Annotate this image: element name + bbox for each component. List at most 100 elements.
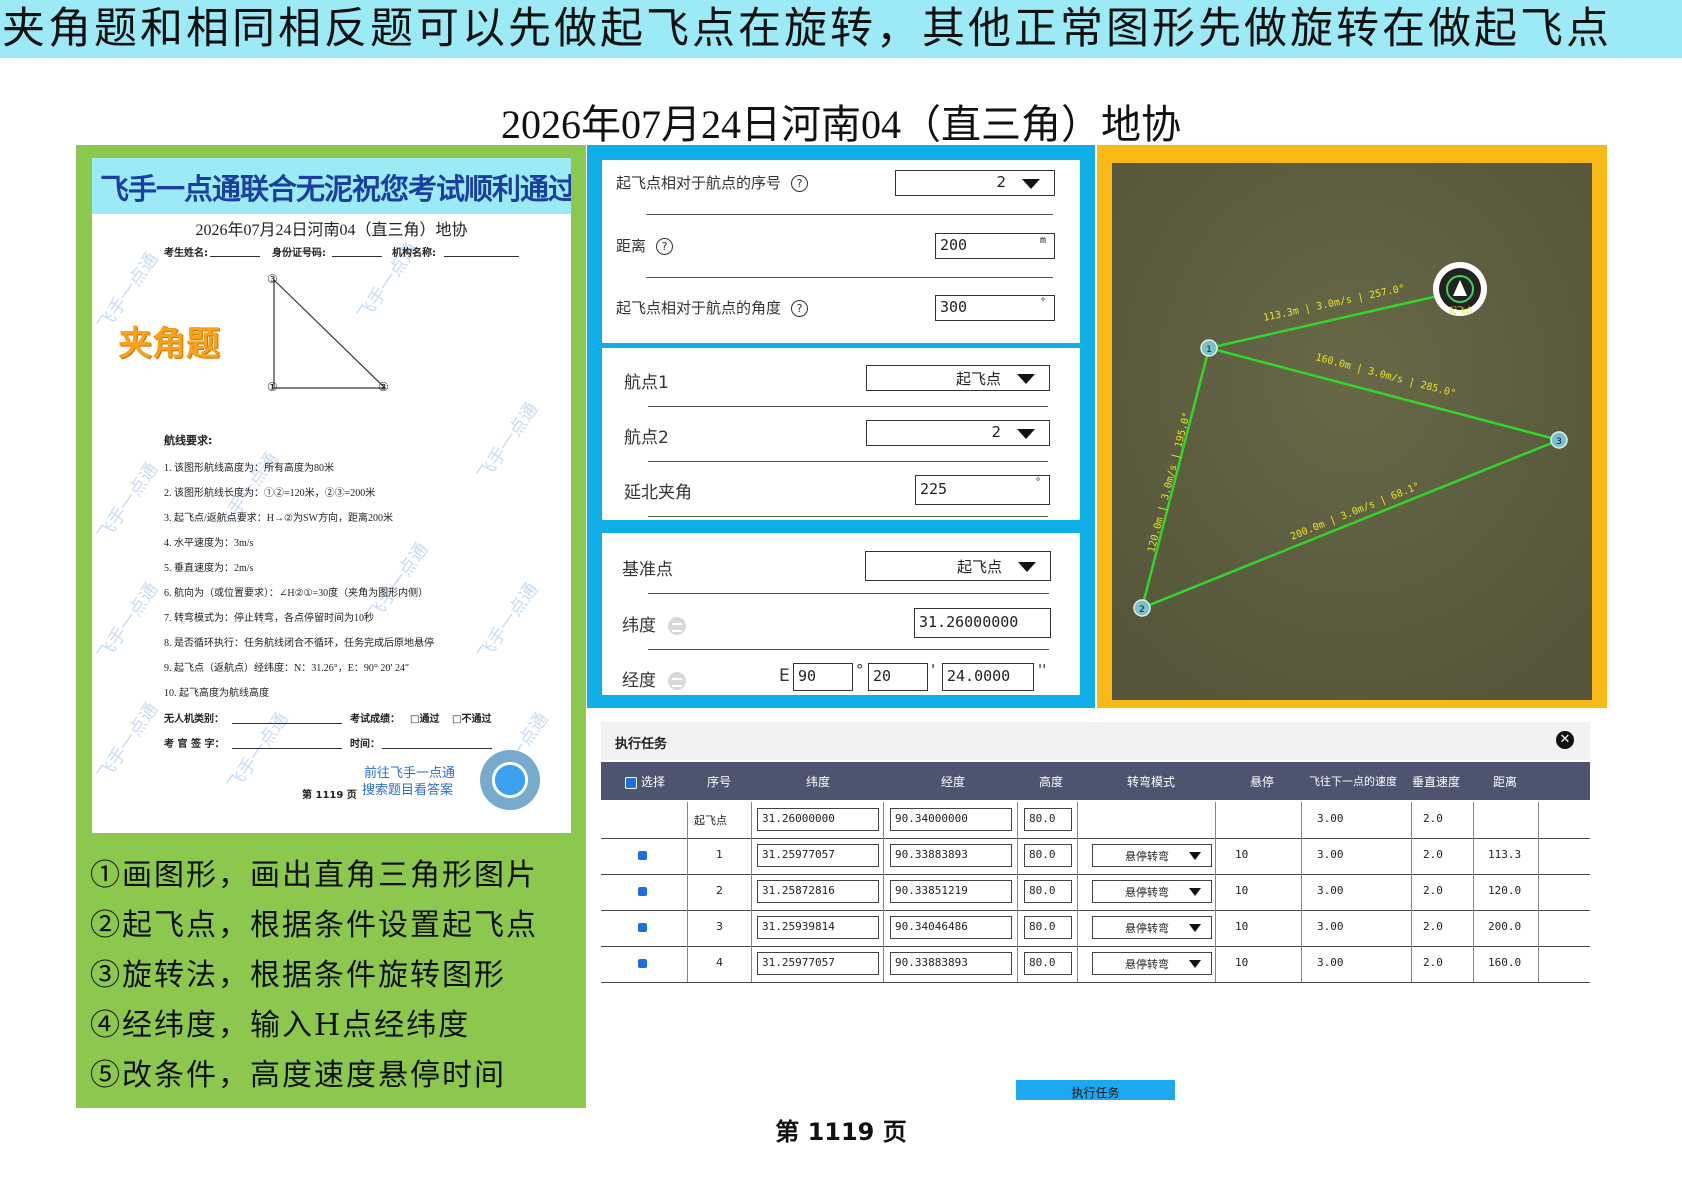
table-row: 起飞点 31.26000000 90.34000000 80.0 3.00 2.0 [601, 802, 1590, 839]
execute-task-button[interactable]: 执行任务 [1016, 1080, 1175, 1100]
chevron-down-icon [1022, 179, 1040, 189]
satellite-map[interactable]: 113.3m | 3.0m/s | 257.0° 160.0m | 3.0m/s… [1112, 163, 1592, 700]
angle-question-tag: 夹角题 [118, 324, 220, 364]
row-checkbox[interactable] [638, 851, 647, 860]
seq-label: 起飞点相对于航点的序号? [616, 172, 809, 193]
longitude-cell-input[interactable]: 90.33851219 [890, 880, 1012, 903]
hover-cell: 10 [1235, 956, 1249, 969]
banner-text: 夹角题和相同相反题可以先做起飞点在旋转，其他正常图形先做旋转在做起飞点 [2, 4, 1612, 54]
requirements-title: 航线要求: [164, 434, 213, 447]
convert-icon[interactable] [668, 672, 686, 690]
longitude-cell-input[interactable]: 90.34046486 [890, 916, 1012, 939]
longitude-minutes-input[interactable]: 20 [868, 663, 928, 691]
longitude-cell-input[interactable]: 90.34000000 [890, 808, 1012, 831]
angle-input[interactable]: 300 ° [935, 295, 1055, 321]
cell-divider [1473, 910, 1474, 946]
top-banner: 夹角题和相同相反题可以先做起飞点在旋转，其他正常图形先做旋转在做起飞点 [0, 0, 1682, 58]
table-row: 1 31.25977057 90.33883893 80.0 悬停转弯 10 3.00 2.0… [601, 838, 1590, 875]
waypoint2-select[interactable]: 2 [866, 420, 1050, 446]
waypoint1-value: 起飞点 [955, 370, 1001, 388]
distance-input[interactable]: 200 m [935, 233, 1055, 259]
execute-task-dialog: 执行任务 ✕ 选择 序号 纬度 经度 高度 转弯模式 悬停 飞往下一点的速度 垂… [601, 722, 1590, 1104]
latitude-cell-input[interactable]: 31.25872816 [757, 880, 879, 903]
altitude-cell-input[interactable]: 80.0 [1024, 808, 1072, 831]
rotation-card: 航点1 起飞点 航点2 2 延北夹角 225 ° [602, 348, 1080, 520]
uav-category-label: 无人机类别： [164, 714, 224, 725]
seq-select[interactable]: 2 [895, 170, 1055, 196]
turn-mode-select[interactable]: 悬停转弯 [1092, 916, 1212, 939]
divider [648, 406, 1048, 407]
cell-divider [1077, 910, 1078, 946]
chevron-down-icon [1189, 888, 1201, 896]
cell-divider [1411, 802, 1412, 838]
underline [232, 748, 342, 749]
waypoint-1-label: 1 [1206, 345, 1212, 355]
altitude-cell-input[interactable]: 80.0 [1024, 880, 1072, 903]
turn-mode-select[interactable]: 悬停转弯 [1092, 952, 1212, 975]
latitude-cell-value: 31.25872816 [762, 884, 835, 897]
row-checkbox[interactable] [638, 959, 647, 968]
cell-divider [687, 838, 688, 874]
latitude-input[interactable]: 31.26000000 [914, 608, 1051, 638]
requirement-item: 5. 垂直速度为：2m/s [164, 563, 254, 574]
cell-divider [1538, 838, 1539, 874]
distance-cell: 120.0 [1488, 884, 1522, 897]
longitude-cell-value: 90.33883893 [895, 848, 968, 861]
north-angle-label: 延北夹角 [624, 483, 692, 503]
cell-divider [751, 802, 752, 838]
altitude-cell-value: 80.0 [1029, 884, 1056, 897]
cell-divider [687, 802, 688, 838]
longitude-cell-input[interactable]: 90.33883893 [890, 952, 1012, 975]
latitude-cell-input[interactable]: 31.25977057 [757, 844, 879, 867]
requirement-item: 1. 该图形航线高度为：所有高度为80米 [164, 463, 334, 474]
convert-icon[interactable] [668, 617, 686, 635]
latitude-cell-value: 31.26000000 [762, 812, 835, 825]
cell-divider [883, 910, 884, 946]
latitude-cell-input[interactable]: 31.25939814 [757, 916, 879, 939]
cell-divider [1301, 874, 1302, 910]
latitude-cell-input[interactable]: 31.25977057 [757, 952, 879, 975]
help-icon[interactable]: ? [656, 238, 674, 255]
paper-ad: 前往飞手一点通 搜索题目看答案 [362, 765, 455, 799]
altitude-cell-value: 80.0 [1029, 920, 1056, 933]
speed-cell: 3.00 [1317, 956, 1344, 969]
hover-cell: 10 [1235, 884, 1249, 897]
table-row: 2 31.25872816 90.33851219 80.0 悬停转弯 10 3.00 2.0… [601, 874, 1590, 911]
waypoint2-value: 2 [991, 423, 1001, 441]
cell-divider [1473, 838, 1474, 874]
row-seq: 4 [716, 956, 723, 969]
altitude-cell-input[interactable]: 80.0 [1024, 916, 1072, 939]
distance-cell: 160.0 [1488, 956, 1522, 969]
cell-divider [1473, 874, 1474, 910]
turn-mode-select[interactable]: 悬停转弯 [1092, 880, 1212, 903]
cell-divider [883, 802, 884, 838]
altitude-cell-input[interactable]: 80.0 [1024, 844, 1072, 867]
north-angle-input[interactable]: 225 ° [915, 475, 1050, 505]
step-1: ①画图形，画出直角三角形图片 [90, 858, 538, 893]
help-icon[interactable]: ? [791, 300, 809, 317]
dialog-header: 执行任务 ✕ [601, 722, 1590, 760]
row-checkbox[interactable] [638, 887, 647, 896]
step-2: ②起飞点，根据条件设置起飞点 [90, 908, 538, 943]
select-all-checkbox[interactable] [625, 777, 637, 789]
longitude-cell-value: 90.33883893 [895, 956, 968, 969]
cell-divider [1411, 838, 1412, 874]
reference-point-select[interactable]: 起飞点 [865, 551, 1051, 581]
close-icon[interactable]: ✕ [1556, 731, 1574, 749]
longitude-cell-value: 90.33851219 [895, 884, 968, 897]
longitude-cell-input[interactable]: 90.33883893 [890, 844, 1012, 867]
longitude-degrees-input[interactable]: 90 [793, 663, 853, 691]
help-icon[interactable]: ? [791, 175, 809, 192]
longitude-cell-value: 90.34000000 [895, 812, 968, 825]
altitude-cell-input[interactable]: 80.0 [1024, 952, 1072, 975]
waypoint1-select[interactable]: 起飞点 [866, 365, 1050, 391]
longitude-prefix: E [779, 666, 790, 686]
row-checkbox[interactable] [638, 923, 647, 932]
cell-divider [1017, 910, 1018, 946]
turn-mode-select[interactable]: 悬停转弯 [1092, 844, 1212, 867]
latitude-cell-input[interactable]: 31.26000000 [757, 808, 879, 831]
longitude-minutes-value: 20 [873, 667, 892, 685]
altitude-cell-value: 80.0 [1029, 812, 1056, 825]
speed-cell: 3.00 [1317, 848, 1344, 861]
longitude-seconds-input[interactable]: 24.0000 [942, 663, 1034, 691]
